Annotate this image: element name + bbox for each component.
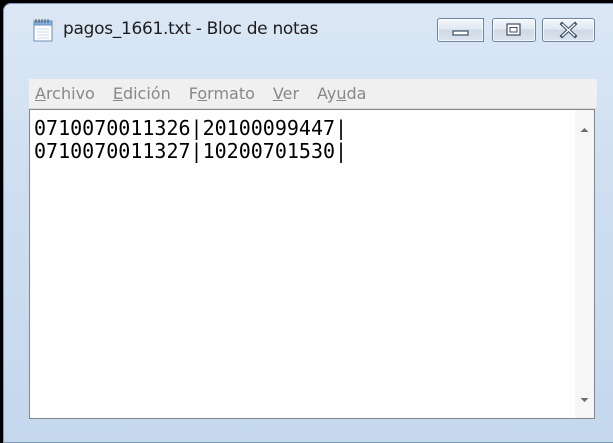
menu-label-part: da	[346, 84, 367, 103]
maximize-icon	[506, 23, 521, 36]
menu-label-part: rmato	[207, 84, 255, 103]
window-title: pagos_1661.txt - Bloc de notas	[63, 19, 319, 39]
notepad-icon[interactable]	[33, 18, 54, 42]
menu-accelerator: u	[336, 84, 347, 103]
menu-label-part: rchivo	[45, 84, 95, 103]
close-icon	[559, 21, 578, 39]
minimize-icon	[452, 30, 469, 36]
menu-bar: Archivo Edición Formato Ver Ayuda	[29, 79, 597, 109]
text-line: 0710070011327|10200701530|	[34, 139, 348, 163]
menu-archivo[interactable]: Archivo	[29, 84, 102, 103]
notepad-window: pagos_1661.txt - Bloc de notas Archivo E…	[3, 3, 613, 443]
close-button[interactable]	[542, 18, 595, 42]
menu-accelerator: o	[197, 84, 208, 103]
title-bar[interactable]: pagos_1661.txt - Bloc de notas	[3, 3, 613, 47]
menu-label-part: Ay	[317, 84, 337, 103]
menu-ayuda[interactable]: Ayuda	[310, 84, 373, 103]
menu-ver[interactable]: Ver	[266, 84, 306, 103]
text-editor[interactable]: 0710070011326|20100099447| 0710070011327|…	[29, 109, 595, 419]
menu-accelerator: E	[112, 84, 123, 103]
menu-accelerator: V	[272, 84, 283, 103]
minimize-button[interactable]	[437, 18, 484, 42]
maximize-button[interactable]	[492, 18, 536, 42]
menu-edicion[interactable]: Edición	[106, 84, 178, 103]
menu-label-part: er	[282, 84, 300, 103]
menu-formato[interactable]: Formato	[182, 84, 262, 103]
menu-accelerator: A	[35, 84, 46, 103]
text-line: 0710070011326|20100099447|	[34, 116, 348, 140]
menu-label-part: dición	[122, 84, 171, 103]
scroll-down-arrow-icon[interactable]	[575, 390, 594, 410]
scroll-up-arrow-icon[interactable]	[575, 120, 594, 140]
vertical-scrollbar[interactable]	[575, 110, 594, 418]
text-content[interactable]: 0710070011326|20100099447| 0710070011327|…	[34, 117, 574, 416]
